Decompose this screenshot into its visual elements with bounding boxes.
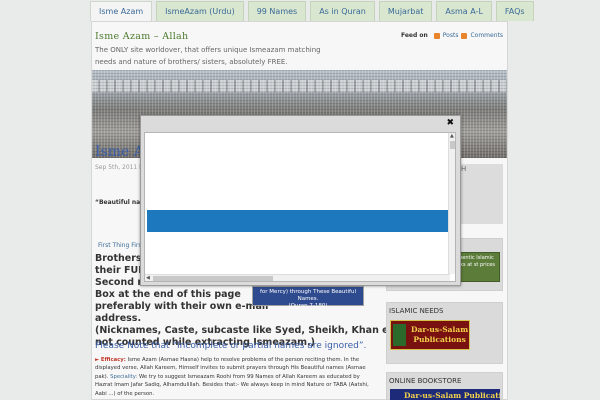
close-icon[interactable]: ✖ (446, 118, 454, 128)
rss-icon (461, 32, 468, 39)
quran-verse-ref: (Quran 7-180) (288, 303, 328, 309)
tab-isme-azam[interactable]: Isme Azam (90, 1, 153, 21)
quran-verse-line: for Mercy) through These Beautiful Names… (260, 289, 356, 302)
first-thing-first-link[interactable]: First Thing First (98, 242, 144, 249)
scroll-left-arrow-icon[interactable]: ◀ (146, 275, 150, 281)
tab-as-in-quran[interactable]: As in Quran (310, 1, 375, 21)
beautiful-names-heading: “Beautiful nam (95, 199, 147, 206)
rss-icon (433, 32, 440, 39)
tab-asma-a-l[interactable]: Asma A-L (436, 1, 492, 21)
efficacy-label: ► Efficacy: (95, 357, 126, 363)
speciality-label: Speciality: (110, 373, 138, 380)
feed-label: Feed on (401, 32, 428, 39)
efficacy-paragraph: ► Efficacy: Isme Azam (Asmae Hasna) help… (95, 356, 375, 398)
popup-dialog: ✖ ▲ ◀ (140, 115, 461, 286)
tab-mujarbat[interactable]: Mujarbat (378, 1, 433, 21)
online-bookstore-heading: ONLINE BOOKSTORE (389, 377, 462, 385)
scroll-up-arrow-icon[interactable]: ▲ (450, 133, 454, 139)
sidebar-dim-text: H (461, 165, 467, 173)
partial-names-note: Please Note that “Incomplete or partial … (95, 341, 367, 351)
site-description: The ONLY site worldover, that offers uni… (95, 46, 321, 66)
vertical-scrollbar[interactable]: ▲ (448, 133, 455, 274)
tab-99-names[interactable]: 99 Names (247, 1, 307, 21)
darussalam-bookstore-banner[interactable]: Dar-us-Salam Publications (390, 389, 500, 400)
quran-verse-image: for Mercy) through These Beautiful Names… (252, 286, 364, 309)
instructions-line: address. (95, 313, 142, 324)
feed-posts-link[interactable]: Posts (443, 32, 459, 39)
instructions-line: (Nicknames, Caste, subcaste like Syed, S… (95, 325, 420, 336)
darussalam-line: Dar-us-Salam (411, 325, 469, 334)
post-date: Sep 5th, 2011 b (95, 164, 143, 171)
top-nav: Isme Azam IsmeAzam (Urdu) 99 Names As in… (90, 1, 538, 21)
darussalam-ad-text: Dar-us-Salam Publications (411, 325, 468, 345)
book-icon (393, 324, 406, 346)
horizontal-scrollbar[interactable]: ◀ (145, 274, 450, 281)
popup-content-frame: ▲ ◀ (144, 132, 456, 282)
scroll-thumb[interactable] (153, 276, 273, 281)
feed-links: Feed on Posts Comments (401, 32, 503, 39)
feed-comments-link[interactable]: Comments (470, 32, 503, 39)
darussalam-line: Publications (413, 335, 466, 344)
tab-isme-azam-urdu[interactable]: IsmeAzam (Urdu) (156, 1, 244, 21)
tab-faqs[interactable]: FAQs (495, 1, 534, 21)
popup-blue-bar (147, 210, 455, 232)
darussalam-ad[interactable]: Dar-us-Salam Publications (390, 320, 470, 350)
speciality-text: We try to suggest Ismeazam Roohi from 99… (95, 373, 369, 397)
islamic-needs-heading: ISLAMIC NEEDS (389, 307, 444, 315)
site-title[interactable]: Isme Azam – Allah (95, 31, 188, 42)
scroll-thumb[interactable] (450, 141, 455, 149)
